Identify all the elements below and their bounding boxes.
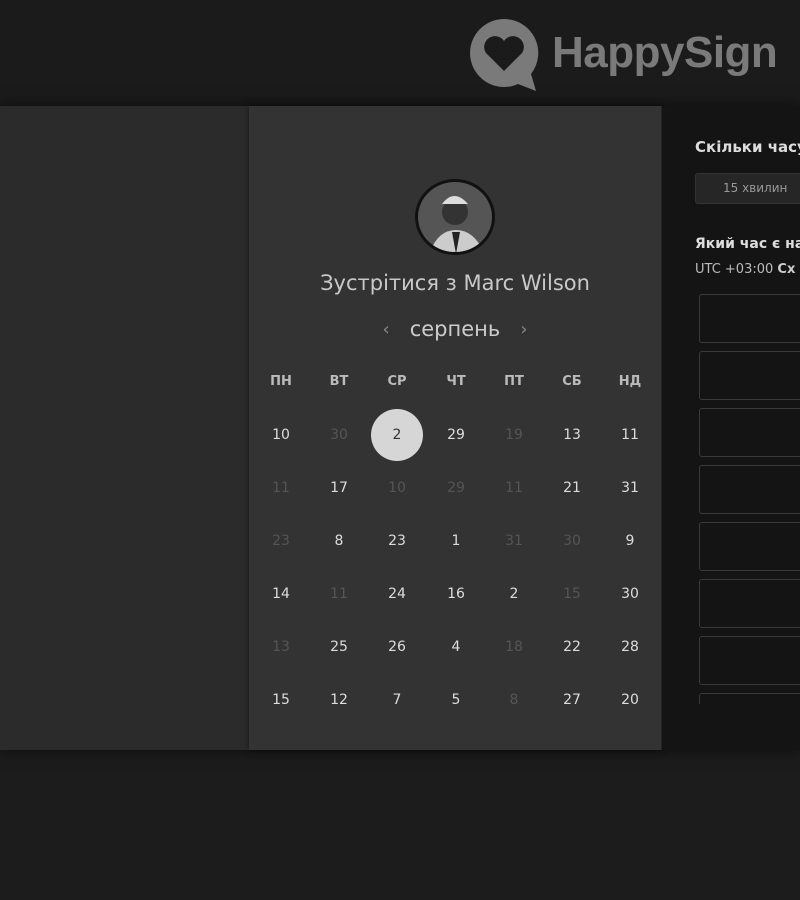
heart-speech-bubble-icon (470, 18, 539, 91)
chevron-left-icon[interactable]: ‹ (383, 319, 390, 340)
calendar-day[interactable]: 17 (313, 462, 365, 514)
timezone-offset: UTC +03:00 (695, 262, 774, 277)
top-bar: HappySign (0, 0, 800, 106)
duration-option-button[interactable]: 15 хвилин (695, 173, 800, 204)
calendar-day[interactable]: 14 (255, 568, 307, 620)
calendar-day-selected[interactable]: 2 (371, 409, 423, 461)
timezone-name: Сх (777, 262, 796, 277)
calendar-day[interactable]: 13 (546, 409, 598, 461)
calendar-day[interactable]: 15 (255, 674, 307, 726)
brand-name: HappySign (552, 28, 778, 77)
time-slot-button[interactable] (699, 465, 800, 514)
weekday-header: ЧТ (446, 374, 466, 389)
weekday-header: СР (387, 374, 407, 389)
time-slot-button[interactable] (699, 522, 800, 571)
calendar-day: 11 (330, 586, 348, 602)
time-question: Який час є на (695, 236, 800, 252)
weekday-header: ВТ (329, 374, 349, 389)
calendar-day[interactable]: 21 (546, 462, 598, 514)
time-slot-button[interactable] (699, 693, 800, 704)
calendar-day[interactable]: 2 (488, 568, 540, 620)
calendar-day[interactable]: 28 (604, 621, 656, 673)
time-selection-panel: Скільки часу 15 хвилин Який час є на UTC… (662, 106, 800, 750)
calendar-day: 30 (563, 533, 581, 549)
duration-question: Скільки часу (695, 138, 800, 156)
calendar-day[interactable]: 20 (604, 674, 656, 726)
weekday-header: ПН (270, 374, 292, 389)
calendar-day[interactable]: 22 (546, 621, 598, 673)
chevron-right-icon[interactable]: › (520, 319, 527, 340)
calendar-day: 23 (272, 533, 290, 549)
calendar-day: 15 (563, 586, 581, 602)
meeting-title: Зустрітися з Marc Wilson (320, 271, 590, 295)
brand-logo[interactable]: HappySign (466, 15, 778, 91)
calendar-day[interactable]: 16 (430, 568, 482, 620)
calendar-day[interactable]: 8 (313, 515, 365, 567)
calendar-day: 30 (330, 427, 348, 443)
time-slot-button[interactable] (699, 408, 800, 457)
month-label: серпень (409, 317, 501, 341)
calendar-day[interactable]: 7 (371, 674, 423, 726)
calendar-day[interactable]: 10 (255, 409, 307, 461)
time-slot-list[interactable] (699, 294, 800, 704)
calendar-day: 18 (505, 639, 523, 655)
calendar-day[interactable]: 31 (604, 462, 656, 514)
calendar-day[interactable]: 12 (313, 674, 365, 726)
calendar-day[interactable]: 24 (371, 568, 423, 620)
time-slot-button[interactable] (699, 294, 800, 343)
calendar-day[interactable]: 26 (371, 621, 423, 673)
calendar-day[interactable]: 1 (430, 515, 482, 567)
calendar-day[interactable]: 27 (546, 674, 598, 726)
time-slot-button[interactable] (699, 636, 800, 685)
month-navigation: ‹ серпень › (249, 317, 661, 341)
calendar-day[interactable]: 23 (371, 515, 423, 567)
calendar-day: 11 (272, 480, 290, 496)
calendar-day: 8 (509, 692, 519, 708)
calendar-day[interactable]: 29 (430, 409, 482, 461)
timezone-label[interactable]: UTC +03:00 Сх (695, 262, 795, 277)
calendar-day: 10 (388, 480, 406, 496)
calendar-day: 11 (505, 480, 523, 496)
time-slot-button[interactable] (699, 351, 800, 400)
avatar (415, 179, 495, 255)
calendar-day: 31 (505, 533, 523, 549)
weekday-header: СБ (562, 374, 582, 389)
calendar-day[interactable]: 25 (313, 621, 365, 673)
weekday-header: ПТ (504, 374, 524, 389)
time-slot-button[interactable] (699, 579, 800, 628)
calendar-card: Зустрітися з Marc Wilson ‹ серпень › ПН В… (249, 106, 661, 750)
calendar-day: 13 (272, 639, 290, 655)
calendar-day[interactable]: 4 (430, 621, 482, 673)
calendar-day[interactable]: 30 (604, 568, 656, 620)
calendar-day[interactable]: 9 (604, 515, 656, 567)
calendar-day: 19 (505, 427, 523, 443)
calendar-day[interactable]: 5 (430, 674, 482, 726)
calendar-day: 29 (447, 480, 465, 496)
weekday-header: НД (618, 374, 642, 389)
calendar-day[interactable]: 11 (604, 409, 656, 461)
